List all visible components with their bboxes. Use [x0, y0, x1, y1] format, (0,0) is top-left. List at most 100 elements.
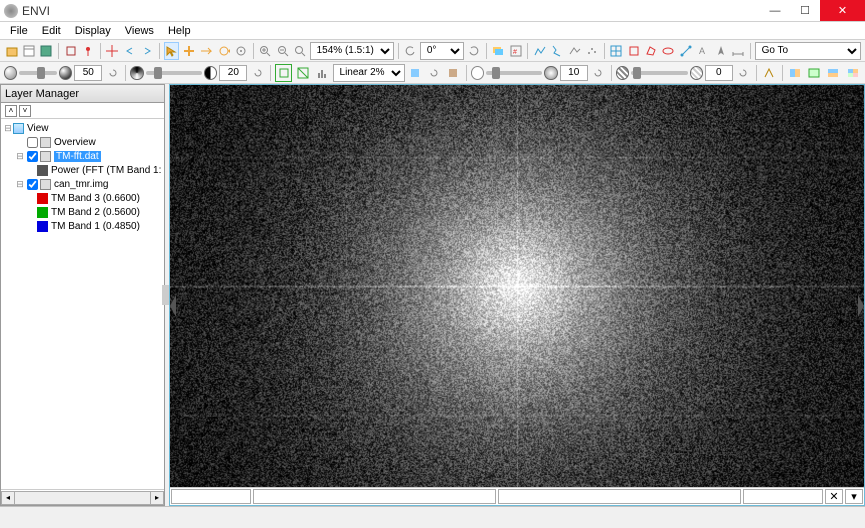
- pin-icon[interactable]: [80, 42, 95, 60]
- fft-display[interactable]: [170, 85, 864, 487]
- brightness-slider[interactable]: [19, 71, 57, 75]
- stretch-combo[interactable]: Linear 2%: [333, 64, 405, 82]
- sharpen-low-icon: [471, 66, 484, 80]
- tree-band-3[interactable]: TM Band 3 (0.6600): [3, 191, 162, 205]
- undo-icon[interactable]: [122, 42, 137, 60]
- view-statusbar: ✕ ▾: [170, 487, 864, 505]
- status-cell-1: [171, 489, 251, 504]
- pan-icon[interactable]: [181, 42, 196, 60]
- collapse-up-icon[interactable]: ˄: [5, 105, 17, 117]
- contrast-value[interactable]: [219, 65, 247, 81]
- brightness-reset-icon[interactable]: [104, 64, 121, 82]
- transparency-value[interactable]: [705, 65, 733, 81]
- roi-poly-icon[interactable]: [643, 42, 658, 60]
- scroll-left-icon[interactable]: ◂: [1, 491, 15, 505]
- panel-hscroll[interactable]: ◂ ▸: [1, 489, 164, 505]
- sharpen-reset-icon[interactable]: [590, 64, 607, 82]
- rotate-ccw-icon[interactable]: [402, 42, 417, 60]
- menu-display[interactable]: Display: [69, 24, 117, 38]
- menu-views[interactable]: Views: [119, 24, 160, 38]
- contrast-reset-icon[interactable]: [249, 64, 266, 82]
- window-buttons: — ☐ ✕: [760, 0, 865, 21]
- sharpen-slider[interactable]: [486, 71, 542, 75]
- maximize-button[interactable]: ☐: [790, 0, 820, 21]
- view-swipe-icon[interactable]: [787, 64, 804, 82]
- data-manager-icon[interactable]: [21, 42, 36, 60]
- scale-icon[interactable]: [730, 42, 745, 60]
- view-blend-icon[interactable]: [825, 64, 842, 82]
- status-cell-4: [743, 489, 823, 504]
- tree-file-fft[interactable]: ⊟TM-fft.dat: [3, 149, 162, 163]
- view-grid-icon[interactable]: [844, 64, 861, 82]
- roi-rect-icon[interactable]: [626, 42, 641, 60]
- zoom-out-icon[interactable]: [275, 42, 290, 60]
- menu-help[interactable]: Help: [162, 24, 197, 38]
- close-button[interactable]: ✕: [820, 0, 865, 21]
- zoom-combo[interactable]: 154% (1.5:1): [310, 42, 394, 60]
- minimize-button[interactable]: —: [760, 0, 790, 21]
- vector-icon[interactable]: [678, 42, 693, 60]
- tree-root[interactable]: ⊟View: [3, 121, 162, 135]
- tree-band-power[interactable]: Power (FFT (TM Band 1:: [3, 163, 162, 177]
- profile-y-icon[interactable]: [550, 42, 565, 60]
- profile-z-icon[interactable]: [567, 42, 582, 60]
- target-icon[interactable]: [233, 42, 248, 60]
- tree-file-cantmr[interactable]: ⊟can_tmr.img: [3, 177, 162, 191]
- view-flicker-icon[interactable]: [806, 64, 823, 82]
- view-expand-icon[interactable]: ▾: [845, 489, 863, 504]
- tree-overview[interactable]: Overview: [3, 135, 162, 149]
- rotate-icon[interactable]: [216, 42, 231, 60]
- layers-icon[interactable]: [491, 42, 506, 60]
- collapse-down-icon[interactable]: ˅: [19, 105, 31, 117]
- contrast-icon: [130, 66, 143, 80]
- brightness-value[interactable]: [74, 65, 102, 81]
- crosshair-icon[interactable]: [105, 42, 120, 60]
- main-area: Layer Manager ˄ ˅ ⊟View Overview ⊟TM-fft…: [0, 84, 865, 506]
- cursor-value-icon[interactable]: #: [508, 42, 523, 60]
- north-icon[interactable]: [713, 42, 728, 60]
- menu-edit[interactable]: Edit: [36, 24, 67, 38]
- transparency-reset-icon[interactable]: [735, 64, 752, 82]
- rotate-combo[interactable]: 0°: [420, 42, 465, 60]
- save-icon[interactable]: [39, 42, 54, 60]
- profile-x-icon[interactable]: [532, 42, 547, 60]
- stretch-full-icon[interactable]: [294, 64, 311, 82]
- toolbar-1: 154% (1.5:1) 0° # A Go To: [0, 40, 865, 62]
- tree-band-2[interactable]: TM Band 2 (0.5600): [3, 205, 162, 219]
- transparency-slider[interactable]: [631, 71, 687, 75]
- stretch-rect-icon[interactable]: [275, 64, 292, 82]
- menu-file[interactable]: File: [4, 24, 34, 38]
- svg-text:A: A: [699, 46, 705, 56]
- redo-icon[interactable]: [139, 42, 154, 60]
- fly-icon[interactable]: [198, 42, 213, 60]
- svg-text:#: #: [513, 49, 517, 56]
- layer-manager-title: Layer Manager: [1, 85, 164, 103]
- brightness-max-icon: [59, 66, 72, 80]
- stretch-hist-icon[interactable]: [313, 64, 330, 82]
- zoom-in-icon[interactable]: [257, 42, 272, 60]
- scatter-icon[interactable]: [584, 42, 599, 60]
- app-icon: [4, 4, 18, 18]
- zoom-extent-icon[interactable]: [292, 42, 307, 60]
- contrast-max-icon: [204, 66, 217, 80]
- roi-ellipse-icon[interactable]: [661, 42, 676, 60]
- stretch-refresh-icon[interactable]: [426, 64, 443, 82]
- portal-icon[interactable]: [761, 64, 778, 82]
- sharpen-value[interactable]: [560, 65, 588, 81]
- tree-band-1[interactable]: TM Band 1 (0.4850): [3, 219, 162, 233]
- image-view[interactable]: ✕ ▾: [169, 84, 865, 506]
- select-icon[interactable]: [164, 42, 179, 60]
- contrast-slider[interactable]: [146, 71, 202, 75]
- rotate-cw-icon[interactable]: [466, 42, 481, 60]
- goto-combo[interactable]: Go To: [755, 42, 861, 60]
- annotation-icon[interactable]: A: [696, 42, 711, 60]
- chip-icon[interactable]: [63, 42, 78, 60]
- stretch-apply-icon[interactable]: [407, 64, 424, 82]
- scroll-right-icon[interactable]: ▸: [150, 491, 164, 505]
- open-icon[interactable]: [4, 42, 19, 60]
- stretch-settings-icon[interactable]: [445, 64, 462, 82]
- titlebar: ENVI — ☐ ✕: [0, 0, 865, 22]
- view-close-icon[interactable]: ✕: [825, 489, 843, 504]
- layer-tree[interactable]: ⊟View Overview ⊟TM-fft.dat Power (FFT (T…: [1, 119, 164, 489]
- grid-icon[interactable]: [609, 42, 624, 60]
